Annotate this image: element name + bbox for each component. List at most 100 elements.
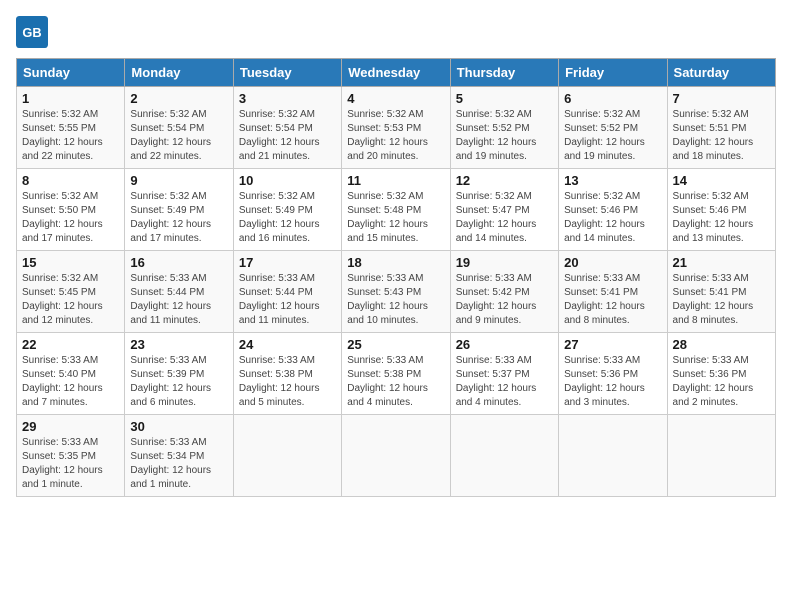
day-detail: Sunrise: 5:33 AM Sunset: 5:40 PM Dayligh… xyxy=(22,354,119,410)
logo: GB xyxy=(16,16,52,48)
calendar-week-row: 22 Sunrise: 5:33 AM Sunset: 5:40 PM Dayli… xyxy=(17,333,776,415)
calendar-day-cell: 25 Sunrise: 5:33 AM Sunset: 5:38 PM Dayli… xyxy=(342,333,450,415)
day-number: 10 xyxy=(239,173,336,188)
day-detail: Sunrise: 5:32 AM Sunset: 5:47 PM Dayligh… xyxy=(456,190,553,246)
calendar-day-cell: 20 Sunrise: 5:33 AM Sunset: 5:41 PM Dayli… xyxy=(559,251,667,333)
day-number: 20 xyxy=(564,255,661,270)
day-number: 26 xyxy=(456,337,553,352)
day-detail: Sunrise: 5:33 AM Sunset: 5:39 PM Dayligh… xyxy=(130,354,227,410)
calendar-day-cell: 16 Sunrise: 5:33 AM Sunset: 5:44 PM Dayli… xyxy=(125,251,233,333)
calendar-week-row: 1 Sunrise: 5:32 AM Sunset: 5:55 PM Daylig… xyxy=(17,87,776,169)
calendar-day-cell: 4 Sunrise: 5:32 AM Sunset: 5:53 PM Daylig… xyxy=(342,87,450,169)
calendar-day-cell: 6 Sunrise: 5:32 AM Sunset: 5:52 PM Daylig… xyxy=(559,87,667,169)
day-number: 12 xyxy=(456,173,553,188)
calendar-day-cell: 9Sunrise: 5:32 AM Sunset: 5:49 PM Daylig… xyxy=(125,169,233,251)
day-detail: Sunrise: 5:33 AM Sunset: 5:44 PM Dayligh… xyxy=(130,272,227,328)
day-detail: Sunrise: 5:33 AM Sunset: 5:34 PM Dayligh… xyxy=(130,436,227,492)
day-of-week-header: Wednesday xyxy=(342,59,450,87)
calendar-day-cell: 24 Sunrise: 5:33 AM Sunset: 5:38 PM Dayli… xyxy=(233,333,341,415)
day-detail: Sunrise: 5:33 AM Sunset: 5:38 PM Dayligh… xyxy=(239,354,336,410)
day-number: 29 xyxy=(22,419,119,434)
day-number: 4 xyxy=(347,91,444,106)
day-detail: Sunrise: 5:33 AM Sunset: 5:36 PM Dayligh… xyxy=(673,354,770,410)
day-number: 25 xyxy=(347,337,444,352)
calendar-day-cell: 17 Sunrise: 5:33 AM Sunset: 5:44 PM Dayli… xyxy=(233,251,341,333)
day-detail: Sunrise: 5:33 AM Sunset: 5:38 PM Dayligh… xyxy=(347,354,444,410)
calendar-day-cell: 27 Sunrise: 5:33 AM Sunset: 5:36 PM Dayli… xyxy=(559,333,667,415)
day-number: 15 xyxy=(22,255,119,270)
calendar-day-cell: 13 Sunrise: 5:32 AM Sunset: 5:46 PM Dayli… xyxy=(559,169,667,251)
day-number: 22 xyxy=(22,337,119,352)
day-number: 30 xyxy=(130,419,227,434)
day-detail: Sunrise: 5:32 AM Sunset: 5:46 PM Dayligh… xyxy=(564,190,661,246)
day-detail: Sunrise: 5:33 AM Sunset: 5:43 PM Dayligh… xyxy=(347,272,444,328)
page-header: GB xyxy=(16,16,776,48)
calendar-day-cell xyxy=(233,415,341,497)
day-detail: Sunrise: 5:33 AM Sunset: 5:41 PM Dayligh… xyxy=(564,272,661,328)
calendar-day-cell: 22 Sunrise: 5:33 AM Sunset: 5:40 PM Dayli… xyxy=(17,333,125,415)
svg-text:GB: GB xyxy=(22,25,41,40)
day-number: 24 xyxy=(239,337,336,352)
day-number: 7 xyxy=(673,91,770,106)
day-number: 16 xyxy=(130,255,227,270)
day-detail: Sunrise: 5:32 AM Sunset: 5:55 PM Dayligh… xyxy=(22,108,119,164)
calendar-day-cell: 8 Sunrise: 5:32 AM Sunset: 5:50 PM Daylig… xyxy=(17,169,125,251)
day-detail: Sunrise: 5:33 AM Sunset: 5:37 PM Dayligh… xyxy=(456,354,553,410)
calendar-day-cell: 26 Sunrise: 5:33 AM Sunset: 5:37 PM Dayli… xyxy=(450,333,558,415)
day-of-week-header: Saturday xyxy=(667,59,775,87)
calendar-day-cell: 21Sunrise: 5:33 AM Sunset: 5:41 PM Dayli… xyxy=(667,251,775,333)
day-detail: Sunrise: 5:32 AM Sunset: 5:46 PM Dayligh… xyxy=(673,190,770,246)
calendar-day-cell: 5Sunrise: 5:32 AM Sunset: 5:52 PM Daylig… xyxy=(450,87,558,169)
calendar-day-cell: 15 Sunrise: 5:32 AM Sunset: 5:45 PM Dayli… xyxy=(17,251,125,333)
day-number: 13 xyxy=(564,173,661,188)
day-detail: Sunrise: 5:32 AM Sunset: 5:52 PM Dayligh… xyxy=(564,108,661,164)
calendar-day-cell: 28 Sunrise: 5:33 AM Sunset: 5:36 PM Dayli… xyxy=(667,333,775,415)
day-detail: Sunrise: 5:33 AM Sunset: 5:42 PM Dayligh… xyxy=(456,272,553,328)
day-detail: Sunrise: 5:32 AM Sunset: 5:51 PM Dayligh… xyxy=(673,108,770,164)
calendar-week-row: 29 Sunrise: 5:33 AM Sunset: 5:35 PM Dayli… xyxy=(17,415,776,497)
calendar-day-cell: 19Sunrise: 5:33 AM Sunset: 5:42 PM Dayli… xyxy=(450,251,558,333)
day-number: 28 xyxy=(673,337,770,352)
day-detail: Sunrise: 5:33 AM Sunset: 5:41 PM Dayligh… xyxy=(673,272,770,328)
day-of-week-header: Sunday xyxy=(17,59,125,87)
day-of-week-header: Thursday xyxy=(450,59,558,87)
day-detail: Sunrise: 5:32 AM Sunset: 5:50 PM Dayligh… xyxy=(22,190,119,246)
calendar-day-cell: 2 Sunrise: 5:32 AM Sunset: 5:54 PM Daylig… xyxy=(125,87,233,169)
day-number: 23 xyxy=(130,337,227,352)
day-number: 8 xyxy=(22,173,119,188)
day-detail: Sunrise: 5:32 AM Sunset: 5:54 PM Dayligh… xyxy=(130,108,227,164)
calendar-day-cell: 30 Sunrise: 5:33 AM Sunset: 5:34 PM Dayli… xyxy=(125,415,233,497)
day-number: 11 xyxy=(347,173,444,188)
calendar-day-cell: 18 Sunrise: 5:33 AM Sunset: 5:43 PM Dayli… xyxy=(342,251,450,333)
calendar-day-cell: 29 Sunrise: 5:33 AM Sunset: 5:35 PM Dayli… xyxy=(17,415,125,497)
day-number: 6 xyxy=(564,91,661,106)
day-number: 3 xyxy=(239,91,336,106)
calendar-table: SundayMondayTuesdayWednesdayThursdayFrid… xyxy=(16,58,776,497)
day-number: 2 xyxy=(130,91,227,106)
day-detail: Sunrise: 5:32 AM Sunset: 5:45 PM Dayligh… xyxy=(22,272,119,328)
day-detail: Sunrise: 5:32 AM Sunset: 5:53 PM Dayligh… xyxy=(347,108,444,164)
day-detail: Sunrise: 5:33 AM Sunset: 5:36 PM Dayligh… xyxy=(564,354,661,410)
calendar-day-cell: 1 Sunrise: 5:32 AM Sunset: 5:55 PM Daylig… xyxy=(17,87,125,169)
day-of-week-header: Friday xyxy=(559,59,667,87)
calendar-day-cell: 7 Sunrise: 5:32 AM Sunset: 5:51 PM Daylig… xyxy=(667,87,775,169)
day-number: 5 xyxy=(456,91,553,106)
calendar-week-row: 8 Sunrise: 5:32 AM Sunset: 5:50 PM Daylig… xyxy=(17,169,776,251)
day-number: 17 xyxy=(239,255,336,270)
calendar-day-cell xyxy=(667,415,775,497)
day-number: 1 xyxy=(22,91,119,106)
day-detail: Sunrise: 5:32 AM Sunset: 5:48 PM Dayligh… xyxy=(347,190,444,246)
calendar-day-cell: 14Sunrise: 5:32 AM Sunset: 5:46 PM Dayli… xyxy=(667,169,775,251)
day-of-week-header: Tuesday xyxy=(233,59,341,87)
calendar-day-cell: 23 Sunrise: 5:33 AM Sunset: 5:39 PM Dayli… xyxy=(125,333,233,415)
day-number: 27 xyxy=(564,337,661,352)
day-of-week-header: Monday xyxy=(125,59,233,87)
day-number: 18 xyxy=(347,255,444,270)
calendar-day-cell: 11 Sunrise: 5:32 AM Sunset: 5:48 PM Dayli… xyxy=(342,169,450,251)
calendar-day-cell xyxy=(342,415,450,497)
calendar-week-row: 15 Sunrise: 5:32 AM Sunset: 5:45 PM Dayli… xyxy=(17,251,776,333)
day-detail: Sunrise: 5:33 AM Sunset: 5:44 PM Dayligh… xyxy=(239,272,336,328)
calendar-day-cell: 3 Sunrise: 5:32 AM Sunset: 5:54 PM Daylig… xyxy=(233,87,341,169)
day-detail: Sunrise: 5:32 AM Sunset: 5:54 PM Dayligh… xyxy=(239,108,336,164)
day-detail: Sunrise: 5:33 AM Sunset: 5:35 PM Dayligh… xyxy=(22,436,119,492)
